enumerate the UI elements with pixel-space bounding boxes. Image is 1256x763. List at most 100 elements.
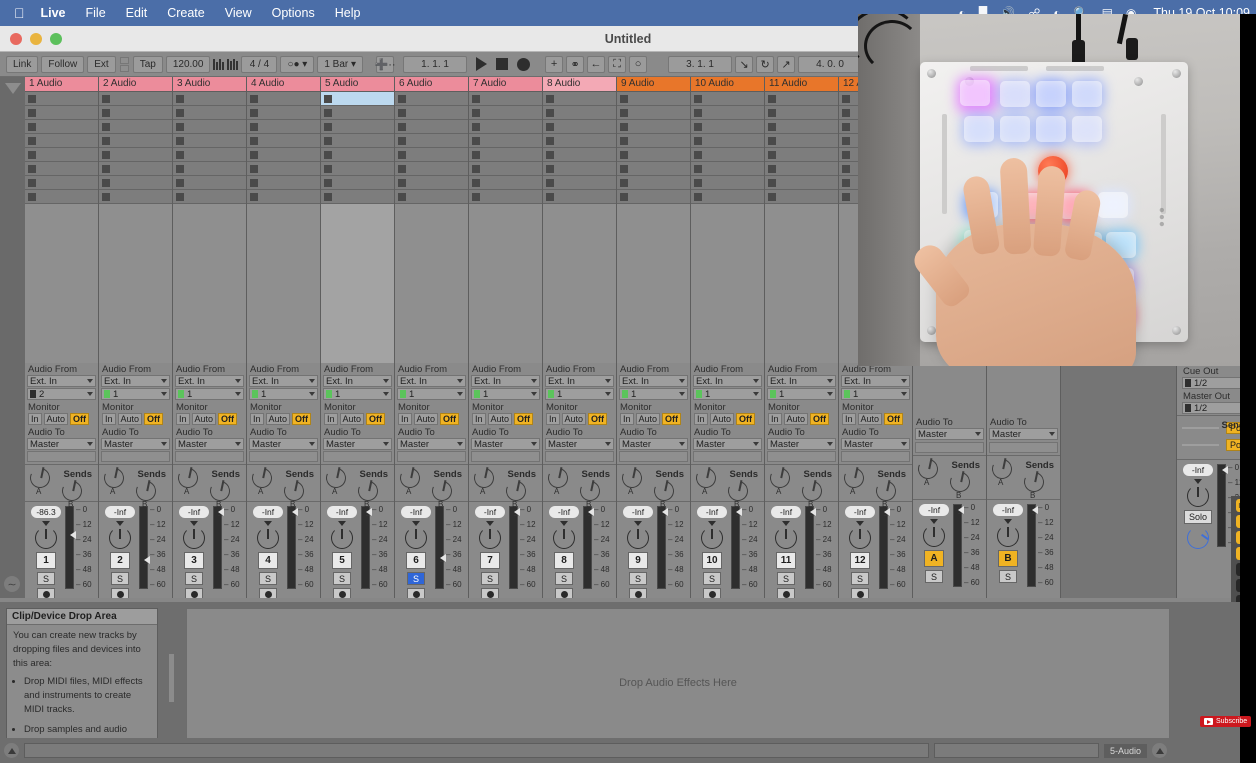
track-header-2[interactable]: 2 Audio	[99, 77, 172, 92]
menu-item-live[interactable]: Live	[41, 6, 66, 20]
record-button[interactable]	[517, 57, 531, 71]
audio-from-select[interactable]: Ext. In	[545, 375, 614, 387]
clip-stop-icon[interactable]	[250, 192, 258, 201]
clip-stop-icon[interactable]	[398, 192, 406, 201]
monitor-off-button[interactable]: Off	[884, 413, 904, 425]
clip-slot[interactable]	[617, 148, 690, 162]
clip-slot[interactable]	[247, 134, 320, 148]
clip-stop-icon[interactable]	[28, 178, 36, 187]
clip-stop-icon[interactable]	[102, 122, 110, 131]
clip-slot[interactable]	[173, 134, 246, 148]
track-solo-button[interactable]: S	[37, 572, 55, 585]
track-pan-knob[interactable]	[109, 527, 131, 549]
track-header-4[interactable]: 4 Audio	[247, 77, 320, 92]
monitor-in-button[interactable]: In	[842, 413, 856, 425]
clip-slot[interactable]	[99, 120, 172, 134]
monitor-in-button[interactable]: In	[324, 413, 338, 425]
clip-slot[interactable]	[99, 190, 172, 204]
clip-stop-icon[interactable]	[768, 136, 776, 145]
clip-stop-icon[interactable]	[398, 164, 406, 173]
return-fader-pointer[interactable]	[1032, 506, 1038, 514]
monitor-auto-button[interactable]: Auto	[117, 413, 143, 425]
clip-stop-icon[interactable]	[28, 122, 36, 131]
back-to-arrangement-icon[interactable]: ←	[587, 55, 606, 73]
return-fader-pointer[interactable]	[958, 506, 964, 514]
return-output-channel[interactable]	[915, 442, 984, 453]
track-activator-button[interactable]: 6	[406, 552, 426, 569]
track-arm-button[interactable]	[111, 588, 129, 598]
track-fader-pointer[interactable]	[366, 508, 372, 516]
clip-stop-icon[interactable]	[398, 136, 406, 145]
audio-to-select[interactable]: Master	[27, 438, 96, 450]
monitor-auto-button[interactable]: Auto	[709, 413, 735, 425]
clip-slot[interactable]	[247, 92, 320, 106]
tap-tempo-button[interactable]: Tap	[132, 55, 163, 73]
track-volume-value[interactable]: -Inf	[623, 506, 653, 518]
track-arm-button[interactable]	[37, 588, 55, 598]
clip-slot[interactable]	[25, 190, 98, 204]
clip-slot[interactable]	[173, 190, 246, 204]
clip-slot[interactable]	[321, 92, 394, 106]
clip-slot[interactable]	[99, 162, 172, 176]
clip-stop-icon[interactable]	[472, 136, 480, 145]
track-header-10[interactable]: 10 Audio	[691, 77, 764, 92]
clip-stop-icon[interactable]	[102, 94, 110, 103]
monitor-in-button[interactable]: In	[176, 413, 190, 425]
clip-stop-icon[interactable]	[546, 122, 554, 131]
clip-stop-icon[interactable]	[620, 178, 628, 187]
track-pan-knob[interactable]	[627, 527, 649, 549]
clip-stop-icon[interactable]	[28, 164, 36, 173]
track-volume-value[interactable]: -Inf	[697, 506, 727, 518]
play-button[interactable]	[476, 57, 488, 71]
track-fader-pointer[interactable]	[588, 508, 594, 516]
menu-item-help[interactable]: Help	[335, 6, 361, 20]
punch-in-icon[interactable]: ↘	[735, 55, 754, 73]
clip-slot[interactable]	[395, 148, 468, 162]
clip-slot[interactable]	[25, 176, 98, 190]
monitor-auto-button[interactable]: Auto	[857, 413, 883, 425]
clip-stop-icon[interactable]	[176, 164, 184, 173]
monitor-off-button[interactable]: Off	[588, 413, 608, 425]
track-fader-pointer[interactable]	[70, 531, 76, 539]
clip-stop-icon[interactable]	[472, 108, 480, 117]
apple-logo-icon[interactable]: 	[14, 5, 25, 21]
track-volume-value[interactable]: -86.3	[31, 506, 61, 518]
input-channel-select[interactable]: 1	[841, 388, 910, 400]
track-pan-knob[interactable]	[553, 527, 575, 549]
track-volume-value[interactable]: -Inf	[475, 506, 505, 518]
audio-from-select[interactable]: Ext. In	[101, 375, 170, 387]
track-volume-value[interactable]: -Inf	[549, 506, 579, 518]
track-pan-knob[interactable]	[331, 527, 353, 549]
clip-slot[interactable]	[395, 190, 468, 204]
track-volume-value[interactable]: -Inf	[179, 506, 209, 518]
tempo-nudge-buttons[interactable]	[119, 56, 129, 72]
scrollbar-thumb[interactable]	[169, 654, 174, 702]
clip-slot[interactable]	[173, 162, 246, 176]
ext-sync-button[interactable]: Ext	[87, 55, 116, 73]
clip-slot[interactable]	[173, 120, 246, 134]
track-header-8[interactable]: 8 Audio	[543, 77, 616, 92]
clip-stop-icon[interactable]	[324, 150, 332, 159]
clip-stop-icon[interactable]	[250, 164, 258, 173]
clip-slot[interactable]	[99, 148, 172, 162]
audio-from-select[interactable]: Ext. In	[619, 375, 688, 387]
clip-slot[interactable]	[765, 92, 838, 106]
clip-stop-icon[interactable]	[324, 122, 332, 131]
track-arm-button[interactable]	[333, 588, 351, 598]
clip-slot[interactable]	[765, 134, 838, 148]
clip-slot[interactable]	[543, 120, 616, 134]
monitor-in-button[interactable]: In	[398, 413, 412, 425]
capture-icon[interactable]: ⛶	[608, 55, 627, 73]
loop-length-field[interactable]: 4. 0. 0	[798, 55, 863, 73]
clip-slot[interactable]	[25, 106, 98, 120]
return-solo-button[interactable]: S	[925, 570, 943, 583]
clip-stop-icon[interactable]	[546, 150, 554, 159]
clip-slot[interactable]	[691, 176, 764, 190]
clip-slot[interactable]	[247, 120, 320, 134]
track-fader-pointer[interactable]	[884, 508, 890, 516]
clip-stop-icon[interactable]	[768, 164, 776, 173]
clip-slot[interactable]	[321, 106, 394, 120]
track-fader-pointer[interactable]	[144, 556, 150, 564]
track-arm-button[interactable]	[777, 588, 795, 598]
track-activator-button[interactable]: 11	[776, 552, 796, 569]
